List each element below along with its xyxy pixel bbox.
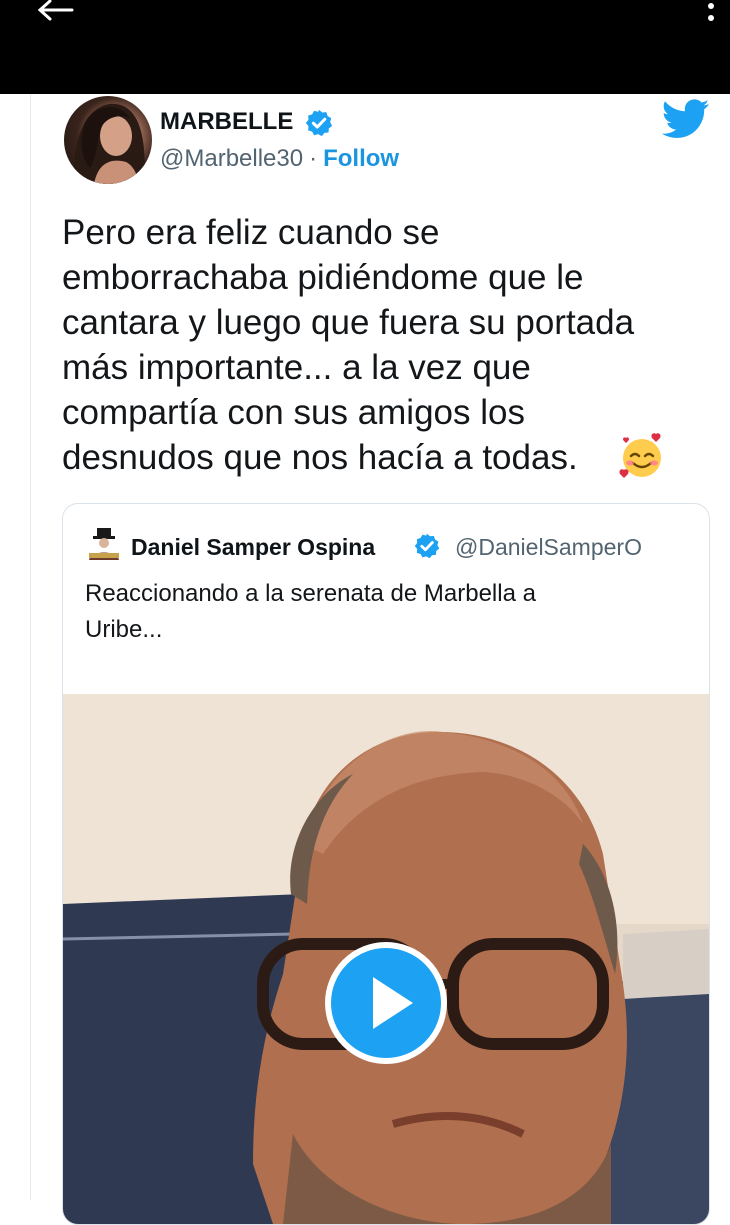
video-thumbnail[interactable] bbox=[63, 694, 709, 1224]
arrow-left-icon[interactable] bbox=[34, 0, 74, 24]
quoted-avatar bbox=[85, 526, 123, 564]
tweet-text-line: más importante... a la vez que bbox=[62, 348, 531, 387]
verified-badge-icon bbox=[305, 109, 333, 137]
tweet-text-line: emborrachaba pidiéndome que le bbox=[62, 258, 584, 297]
tweet-text-line: desnudos que nos hacía a todas. bbox=[62, 438, 578, 477]
vertical-dots-icon[interactable] bbox=[704, 2, 718, 28]
smiling-face-with-hearts-icon bbox=[619, 433, 661, 478]
handle-row: @Marbelle30 · Follow bbox=[160, 145, 399, 173]
tweet-text-line: cantara y luego que fuera su portada bbox=[62, 303, 635, 342]
separator-dot: · bbox=[309, 145, 318, 172]
tweet-text-line: Pero era feliz cuando se bbox=[62, 213, 440, 252]
twitter-bird-icon[interactable] bbox=[662, 98, 710, 140]
quoted-text: Reaccionando a la serenata de Marbella a… bbox=[85, 576, 685, 648]
play-button[interactable] bbox=[325, 942, 447, 1064]
tweet-text: Pero era feliz cuando se emborrachaba pi… bbox=[62, 210, 682, 480]
handle[interactable]: @Marbelle30 bbox=[160, 145, 303, 172]
verified-badge-icon bbox=[414, 533, 440, 559]
avatar[interactable] bbox=[64, 96, 152, 184]
display-name[interactable]: MARBELLE bbox=[160, 108, 293, 136]
card-border bbox=[30, 94, 31, 1200]
tweet-text-line: compartía con sus amigos los bbox=[62, 393, 525, 432]
quoted-tweet[interactable]: Daniel Samper Ospina @DanielSamperO Reac… bbox=[62, 503, 710, 1225]
quoted-display-name[interactable]: Daniel Samper Ospina bbox=[131, 534, 375, 561]
quoted-text-line: Uribe... bbox=[85, 616, 163, 643]
quoted-text-line: Reaccionando a la serenata de Marbella a bbox=[85, 580, 536, 607]
play-icon bbox=[373, 977, 413, 1029]
quoted-handle[interactable]: @DanielSamperO bbox=[455, 534, 642, 561]
follow-button[interactable]: Follow bbox=[323, 145, 399, 172]
app-top-bar bbox=[0, 0, 730, 94]
